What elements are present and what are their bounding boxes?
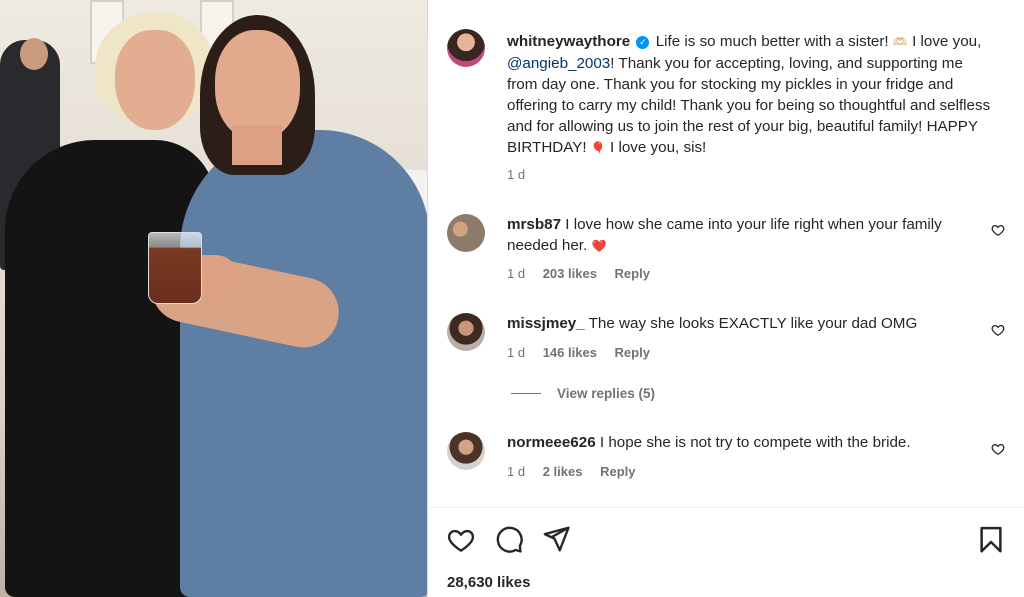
comment: missjmey_ The way she looks EXACTLY like… [507,313,957,334]
caption-text: I love you, [912,33,982,50]
comment-text: I love how she came into your life right… [507,216,942,254]
verified-icon: ✓ [636,36,650,49]
comment: mrsb87 I love how she came into your lif… [507,214,957,257]
comment: normeee626 I hope she is not try to comp… [507,432,957,453]
divider [428,507,1024,508]
comment-text: I hope she is not try to compete with th… [599,434,911,451]
caption-time[interactable]: 1 d [507,167,525,182]
commenter-avatar[interactable] [447,214,485,252]
photo-woman-blue-dress [180,130,427,597]
replies-line [511,393,541,394]
likes-count[interactable]: 28,630 likes [447,574,530,591]
heart-icon[interactable] [991,442,1005,456]
comment-meta: 1 d 2 likes Reply [507,464,650,479]
comment-username[interactable]: mrsb87 [507,216,561,233]
comment-meta: 1 d 146 likes Reply [507,345,664,360]
comment-likes[interactable]: 203 likes [543,266,597,281]
author-avatar[interactable] [447,29,485,67]
like-heart-icon[interactable] [446,525,476,555]
heart-hands-emoji: 🫶🏻 [892,35,908,49]
comment-username[interactable]: missjmey_ [507,315,585,332]
commenter-avatar[interactable] [447,432,485,470]
caption-text: Life is so much better with a sister! [655,33,889,50]
share-icon[interactable] [541,524,571,554]
post-caption: whitneywaythore ✓ Life is so much better… [507,31,992,159]
commenter-avatar[interactable] [447,313,485,351]
red-heart-emoji: ❤️ [591,239,607,253]
photo-face-right [215,30,300,140]
heart-icon[interactable] [991,323,1005,337]
comment-username[interactable]: normeee626 [507,434,596,451]
comment-likes[interactable]: 2 likes [543,464,583,479]
reply-button[interactable]: Reply [600,464,635,479]
photo-face-left [115,30,195,130]
photo-neck [232,125,282,165]
comment-icon[interactable] [494,525,524,555]
comment-text: The way she looks EXACTLY like your dad … [588,315,918,332]
comment-likes[interactable]: 146 likes [543,345,597,360]
photo-man-head [20,38,48,70]
view-replies-label: View replies (5) [557,386,656,401]
comment-time[interactable]: 1 d [507,345,525,360]
mention-link[interactable]: @angieb_2003 [507,55,610,72]
reply-button[interactable]: Reply [615,345,650,360]
caption-meta: 1 d [507,167,539,182]
author-username[interactable]: whitneywaythore [507,33,630,50]
caption-text: I love you, sis! [610,139,707,156]
post-photo[interactable] [0,0,427,597]
balloon-emoji: 🎈 [590,141,606,155]
reply-button[interactable]: Reply [615,266,650,281]
comment-time[interactable]: 1 d [507,464,525,479]
view-replies-button[interactable]: View replies (5) [511,386,655,401]
photo-cup [148,232,202,304]
comment-meta: 1 d 203 likes Reply [507,266,664,281]
bookmark-icon[interactable] [976,525,1006,555]
heart-icon[interactable] [991,223,1005,237]
comment-time[interactable]: 1 d [507,266,525,281]
